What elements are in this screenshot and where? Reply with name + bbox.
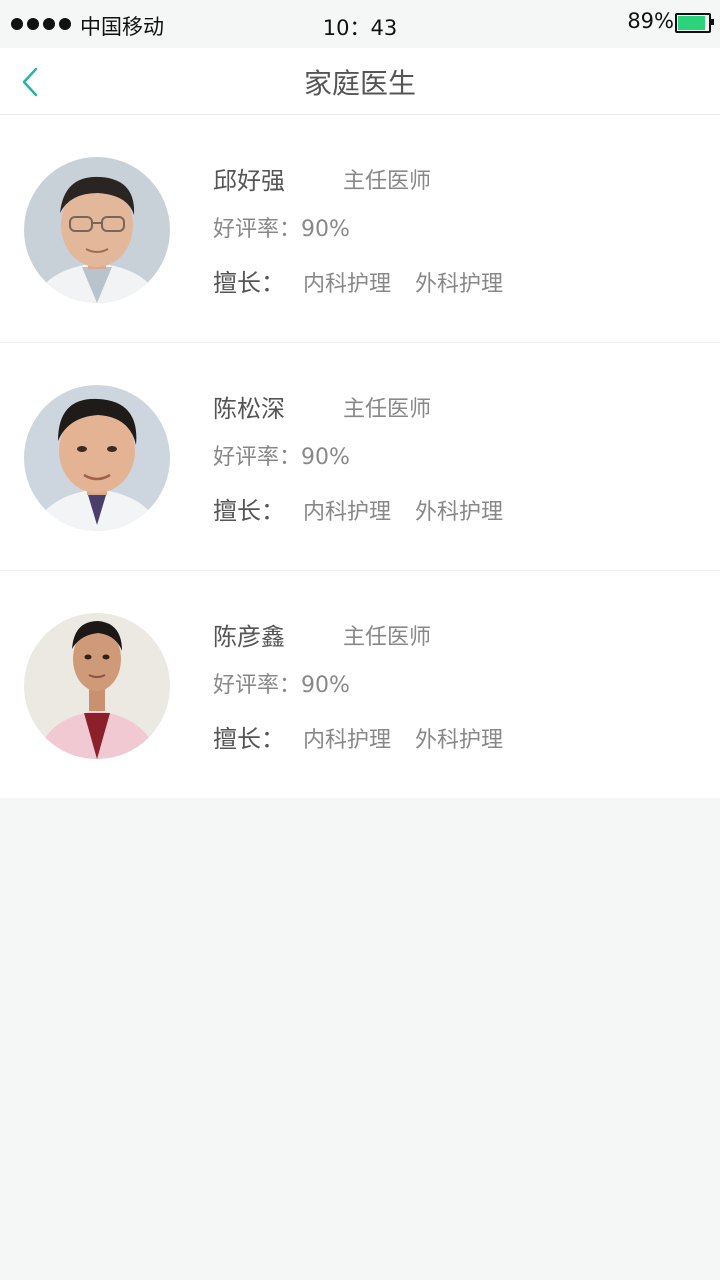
status-bar: 中国移动 10：43 89% (0, 0, 720, 48)
status-time: 10：43 (322, 16, 398, 40)
doctor-card[interactable]: 邱好强 主任医师 好评率：90% 擅长： 内科护理 外科护理 (0, 115, 720, 343)
doctor-name: 陈彦鑫 (213, 623, 285, 651)
doctor-avatar (24, 157, 170, 303)
specialty-tag: 内科护理 (303, 728, 392, 753)
doctor-specialties: 擅长： 内科护理 外科护理 (213, 263, 527, 298)
doctor-rating: 好评率：90% (213, 673, 350, 698)
specialty-label: 擅长： (213, 725, 285, 753)
battery-icon (675, 13, 714, 33)
doctor-title: 主任医师 (343, 625, 432, 650)
page-title: 家庭医生 (303, 67, 416, 100)
specialty-tag: 外科护理 (415, 500, 504, 525)
doctor-specialties: 擅长： 内科护理 外科护理 (213, 491, 527, 526)
doctor-card[interactable]: 陈松深 主任医师 好评率：90% 擅长： 内科护理 外科护理 (0, 343, 720, 571)
specialty-tag: 外科护理 (415, 272, 504, 297)
specialty-tag: 外科护理 (415, 728, 504, 753)
doctor-title: 主任医师 (343, 397, 432, 422)
specialty-tag: 内科护理 (303, 500, 392, 525)
battery-fill (678, 16, 705, 30)
doctor-card[interactable]: 陈彦鑫 主任医师 好评率：90% 擅长： 内科护理 外科护理 (0, 571, 720, 798)
nav-bar: 家庭医生 (0, 48, 720, 115)
doctor-list: 邱好强 主任医师 好评率：90% 擅长： 内科护理 外科护理 陈松深 主任医师 (0, 115, 720, 798)
chevron-left-icon (22, 67, 38, 97)
specialty-label: 擅长： (213, 497, 285, 525)
doctor-avatar (24, 613, 170, 759)
doctor-avatar (24, 385, 170, 531)
doctor-rating: 好评率：90% (213, 217, 350, 242)
back-button[interactable] (14, 64, 50, 100)
specialty-tag: 内科护理 (303, 272, 392, 297)
doctor-name: 陈松深 (213, 395, 285, 423)
doctor-name: 邱好强 (213, 167, 285, 195)
specialty-label: 擅长： (213, 269, 285, 297)
doctor-rating: 好评率：90% (213, 445, 350, 470)
doctor-title: 主任医师 (343, 169, 432, 194)
doctor-specialties: 擅长： 内科护理 外科护理 (213, 719, 527, 754)
battery-percent: 89% (627, 9, 674, 33)
